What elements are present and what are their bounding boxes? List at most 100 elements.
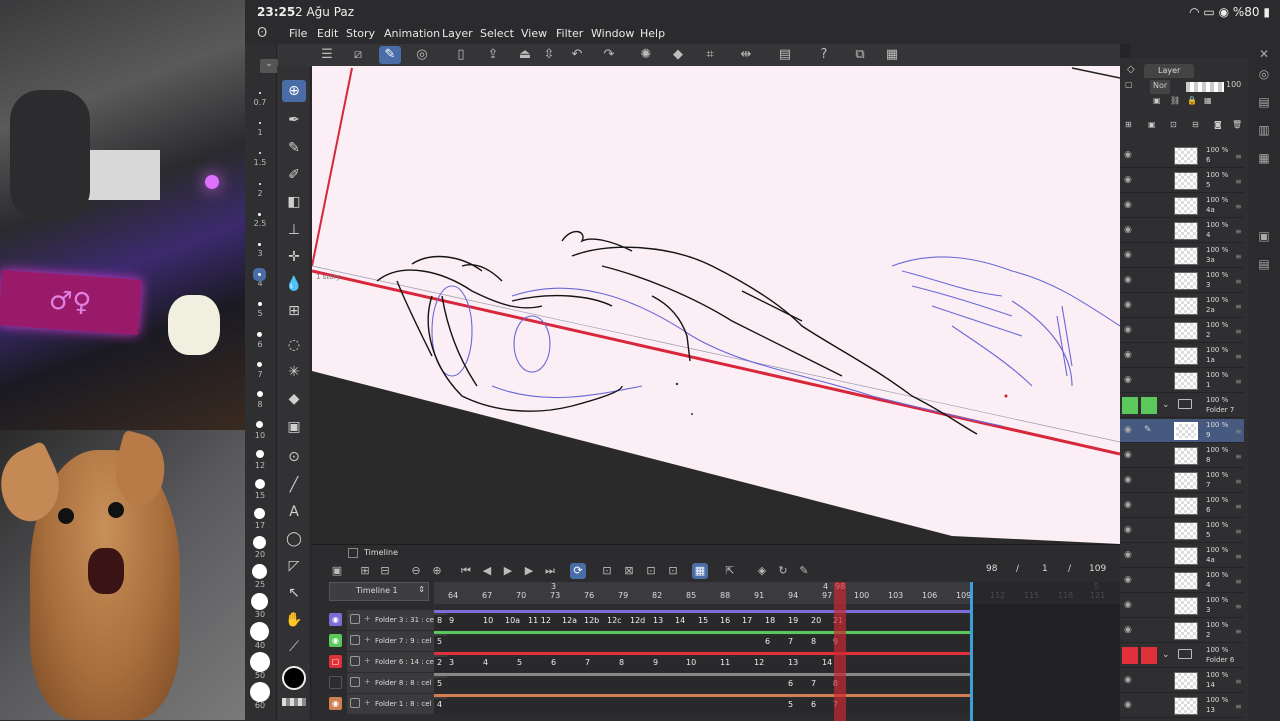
layer-row[interactable]: ◉ 100 % 1a ≡ (1120, 344, 1244, 368)
cel-number[interactable]: 5 (788, 700, 793, 709)
drag-handle-icon[interactable]: ≡ (1235, 477, 1242, 486)
drag-handle-icon[interactable]: ≡ (1235, 702, 1242, 711)
cel-number[interactable]: 13 (653, 616, 663, 625)
menu-animation[interactable]: Animation (384, 27, 440, 40)
eye-icon[interactable]: ◉ (1124, 300, 1132, 310)
eye-icon[interactable]: ◉ (1124, 500, 1132, 510)
eye-icon[interactable]: ◉ (1124, 675, 1132, 685)
hamburger-menu-icon[interactable]: ☰ (316, 46, 338, 64)
property-icon[interactable]: ▤ (1254, 254, 1274, 274)
brush-size-label[interactable]: 7 (245, 370, 275, 379)
eye-icon[interactable]: ◉ (329, 613, 342, 626)
brush-size-label[interactable]: 17 (245, 521, 275, 530)
layer-row[interactable]: ◉ 100 % 3 ≡ (1120, 269, 1244, 293)
menu-select[interactable]: Select (480, 27, 514, 40)
brush-size-label[interactable]: 15 (245, 491, 275, 500)
cel-number[interactable]: 5 (437, 679, 442, 688)
drag-handle-icon[interactable]: ≡ (1235, 177, 1242, 186)
brush-size-label[interactable]: 3 (245, 249, 275, 258)
stamp-icon[interactable]: ⊥ (282, 219, 306, 241)
layer-row[interactable]: ◉ 100 % 4 ≡ (1120, 569, 1244, 593)
layer-row-selected[interactable]: ◉ ✎ 100 % 9 ≡ (1120, 419, 1244, 443)
cel-number[interactable]: 10a (505, 616, 520, 625)
brush-size-label[interactable]: 20 (245, 550, 275, 559)
layer-row[interactable]: ◉ 100 % 4a ≡ (1120, 544, 1244, 568)
cel-number[interactable]: 6 (811, 700, 816, 709)
loop-icon[interactable]: ⟳ (570, 563, 586, 579)
eye-icon[interactable] (1122, 647, 1138, 664)
folder-row[interactable]: ⌄ 100 % Folder 6 (1120, 644, 1244, 668)
blend-icon[interactable]: 💧 (282, 273, 306, 295)
layer-row[interactable]: ◉ 100 % 4 ≡ (1120, 219, 1244, 243)
history-icon[interactable]: ▥ (1254, 120, 1274, 140)
brush-size-dot[interactable] (256, 450, 264, 458)
eye-icon[interactable]: ◉ (1124, 375, 1132, 385)
text-icon[interactable]: A (282, 501, 306, 523)
blend-mode-select[interactable]: Nor (1150, 80, 1171, 94)
brush-size-label[interactable]: 2 (245, 189, 275, 198)
cel-number[interactable]: 10 (483, 616, 493, 625)
layer-row[interactable]: ◉ 100 % 3a ≡ (1120, 244, 1244, 268)
frame-icon[interactable]: ◸ (282, 555, 306, 577)
checkbox-icon[interactable]: ▢ (1125, 80, 1133, 94)
material-icon[interactable]: ▣ (1254, 226, 1274, 246)
track-label[interactable]: + Folder 7 : 9 : cel (347, 631, 447, 651)
panel-icon[interactable]: ▦ (881, 46, 903, 64)
brush-size-dot[interactable] (257, 332, 262, 337)
track-label[interactable]: + Folder 1 : 8 : cel (347, 694, 447, 714)
spinner-arrows-icon[interactable]: ⇳ (538, 46, 560, 64)
brush-size-dot[interactable] (251, 593, 268, 610)
cel-number[interactable]: 5 (517, 658, 522, 667)
brush-size-dot[interactable] (259, 122, 261, 124)
pencil-icon[interactable]: ✎ (282, 137, 306, 159)
line-icon[interactable]: ╱ (282, 474, 306, 496)
track-cells[interactable]: 4 5 6 7 (434, 699, 970, 714)
color-wheel-icon[interactable]: ◎ (1254, 64, 1274, 84)
eye-icon[interactable]: ◉ (1124, 275, 1132, 285)
brush-size-dot[interactable] (258, 302, 262, 306)
cel-number[interactable]: 7 (788, 637, 793, 646)
timeline-selector[interactable]: Timeline 1 ⇕ (329, 582, 429, 601)
brush-size-dot[interactable] (259, 152, 261, 154)
menu-file[interactable]: File (289, 27, 307, 40)
new-layer-icon[interactable]: ⊞ (1125, 120, 1132, 134)
brush-size-dot[interactable] (258, 213, 261, 216)
opacity-value[interactable]: 100 (1226, 80, 1241, 94)
lock-toggle[interactable] (1141, 397, 1157, 414)
layer-settings-icon[interactable]: ⊡ (1170, 120, 1177, 134)
last-frame-icon[interactable]: ⏭ (542, 563, 558, 579)
timeline-playhead[interactable] (834, 582, 846, 721)
brush-size-dot[interactable] (250, 682, 270, 702)
drag-handle-icon[interactable]: ≡ (1235, 352, 1242, 361)
drag-handle-icon[interactable]: ≡ (1235, 277, 1242, 286)
drag-handle-icon[interactable]: ≡ (1235, 152, 1242, 161)
drag-handle-icon[interactable]: ≡ (1235, 227, 1242, 236)
onion-skin-icon[interactable]: ◎ (411, 46, 433, 64)
brush-size-dot[interactable] (258, 243, 261, 246)
eye-icon[interactable] (329, 676, 342, 689)
brush-size-dot[interactable] (250, 652, 270, 672)
brush-size-label[interactable]: 40 (245, 641, 275, 650)
clip-icon[interactable]: ⊟ (1192, 120, 1199, 134)
edit-draw-icon[interactable]: ✎ (379, 46, 401, 64)
cel-number[interactable]: 18 (765, 616, 775, 625)
drag-handle-icon[interactable]: ≡ (1235, 377, 1242, 386)
layer-icon[interactable]: ▣ (329, 563, 345, 579)
link-icon[interactable]: ⛓ (1170, 96, 1180, 110)
new-folder-icon[interactable]: ▣ (1148, 120, 1156, 134)
track-cells[interactable]: 2 3 4 5 6 7 8 9 10 11 12 13 14 (434, 657, 970, 672)
drag-handle-icon[interactable]: ≡ (1235, 502, 1242, 511)
eye-icon[interactable]: ◉ (1124, 625, 1132, 635)
eye-icon[interactable]: ◉ (1124, 700, 1132, 710)
eye-icon[interactable]: ◉ (1124, 350, 1132, 360)
expand-icon[interactable]: + (364, 614, 371, 623)
grid-icon[interactable]: ⊞ (282, 300, 306, 322)
opacity-slider[interactable] (1186, 82, 1224, 92)
chevron-down-icon[interactable]: ⌄ (1162, 400, 1170, 410)
redo-icon[interactable]: ↷ (598, 46, 620, 64)
timeline-title[interactable]: Timeline (364, 548, 398, 557)
undo-icon[interactable]: ↶ (566, 46, 588, 64)
brush-size-dot[interactable] (253, 536, 266, 549)
eye-icon[interactable]: ◉ (329, 697, 342, 710)
mask-icon[interactable]: ◙ (1214, 120, 1222, 134)
